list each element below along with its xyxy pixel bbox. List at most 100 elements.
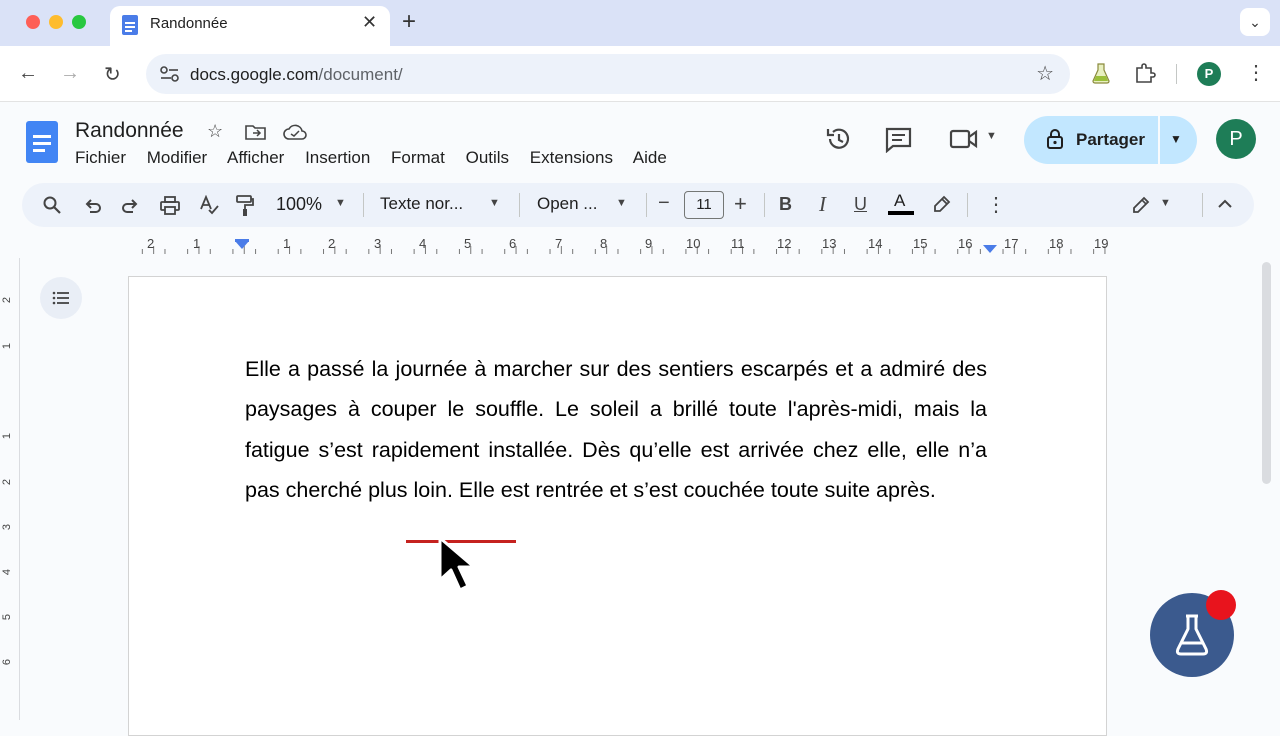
toolbar-separator	[519, 193, 520, 217]
ruler-label: 11	[731, 236, 745, 251]
ruler-label: 7	[555, 236, 563, 251]
style-caret-icon[interactable]: ▼	[489, 197, 500, 209]
text-color-icon: A	[894, 191, 906, 210]
back-arrow-icon[interactable]: ←	[18, 62, 38, 85]
menu-insertion[interactable]: Insertion	[305, 148, 370, 167]
vertical-ruler-label: 1	[1, 432, 14, 440]
more-icon[interactable]: ⋮	[986, 192, 1006, 217]
formatting-toolbar: 100% ▼ Texte nor... ▼ Open ... ▼ − 11 + …	[22, 183, 1254, 227]
vertical-ruler-label: 3	[1, 523, 14, 531]
labs-flask-icon[interactable]	[1092, 62, 1110, 84]
bookmark-star-icon[interactable]: ☆	[1036, 61, 1054, 86]
right-indent-marker[interactable]	[983, 245, 997, 253]
cloud-icon[interactable]	[283, 124, 307, 140]
print-icon[interactable]	[160, 196, 180, 215]
ruler-label: 18	[1049, 236, 1064, 251]
editing-mode-caret-icon[interactable]: ▼	[1160, 197, 1171, 209]
ruler-label: 5	[464, 236, 472, 251]
share-button[interactable]: Partager	[1024, 116, 1158, 164]
menu-extensions[interactable]: Extensions	[530, 148, 613, 167]
address-bar[interactable]: docs.google.com/document/ ☆	[146, 54, 1070, 94]
url-text: docs.google.com/document/	[190, 65, 403, 85]
paint-format-icon[interactable]	[236, 195, 254, 217]
forward-arrow-icon[interactable]: →	[60, 62, 80, 85]
toolbar-separator	[363, 193, 364, 217]
zoom-caret-icon[interactable]: ▼	[335, 197, 346, 209]
search-icon[interactable]	[43, 196, 61, 214]
document-title[interactable]: Randonnée	[75, 119, 184, 143]
underline-button[interactable]: U	[854, 194, 867, 215]
italic-button[interactable]: I	[819, 192, 826, 217]
flagged-phrase[interactable]: toute suite	[771, 478, 870, 502]
share-button-group: Partager ▼	[1024, 116, 1197, 164]
paragraph-style-select[interactable]: Texte nor...	[380, 194, 463, 214]
ruler-label: 9	[645, 236, 653, 251]
maximize-window-button[interactable]	[72, 15, 86, 29]
first-line-indent-marker[interactable]	[235, 239, 249, 242]
document-page[interactable]: Elle a passé la journée à marcher sur de…	[128, 276, 1107, 736]
left-indent-marker[interactable]	[235, 241, 249, 249]
font-caret-icon[interactable]: ▼	[616, 197, 627, 209]
horizontal-ruler[interactable]: 2 1 1 2 3 4 5 6 7 8 9 10 11 12 13 14 15 …	[128, 233, 1108, 255]
move-folder-icon[interactable]	[245, 123, 267, 141]
video-caret-icon[interactable]: ▼	[986, 130, 997, 142]
ruler-label: 3	[374, 236, 382, 251]
comment-icon[interactable]	[885, 127, 913, 153]
text-color-button[interactable]: A	[888, 191, 914, 217]
ruler-label: 1	[283, 236, 291, 251]
document-outline-button[interactable]	[40, 277, 82, 319]
lock-icon	[1047, 129, 1063, 149]
video-icon[interactable]	[949, 128, 979, 150]
share-dropdown-icon[interactable]: ▼	[1170, 132, 1182, 146]
outline-icon	[52, 291, 69, 305]
menu-bar: Fichier Modifier Afficher Insertion Form…	[75, 148, 683, 168]
site-settings-icon[interactable]	[160, 65, 180, 83]
minimize-window-button[interactable]	[49, 15, 63, 29]
star-icon[interactable]: ☆	[207, 121, 223, 142]
ruler-label: 1	[193, 236, 201, 251]
increase-font-size-button[interactable]: +	[734, 191, 747, 217]
ruler-label: 2	[328, 236, 336, 251]
zoom-select[interactable]: 100%	[276, 194, 322, 215]
spellcheck-icon[interactable]	[199, 195, 219, 215]
tab-close-icon[interactable]: ✕	[362, 12, 377, 33]
bold-button[interactable]: B	[779, 194, 792, 215]
history-icon[interactable]	[825, 125, 853, 153]
notification-badge	[1206, 590, 1236, 620]
share-divider	[1158, 116, 1160, 164]
menu-afficher[interactable]: Afficher	[227, 148, 284, 167]
ruler-label: 16	[958, 236, 973, 251]
menu-fichier[interactable]: Fichier	[75, 148, 126, 167]
paragraph-text-end: après.	[870, 478, 936, 503]
menu-outils[interactable]: Outils	[466, 148, 509, 167]
docs-logo-icon[interactable]	[26, 121, 58, 163]
highlighter-icon[interactable]	[933, 195, 951, 213]
chevron-up-icon[interactable]	[1218, 199, 1232, 209]
pencil-icon[interactable]	[1131, 195, 1151, 215]
vertical-scrollbar[interactable]	[1262, 262, 1271, 484]
browser-menu-icon[interactable]: ⋮	[1246, 60, 1266, 85]
menu-aide[interactable]: Aide	[633, 148, 667, 167]
docs-profile-avatar[interactable]: P	[1216, 119, 1256, 159]
undo-icon[interactable]	[84, 198, 102, 214]
close-window-button[interactable]	[26, 15, 40, 29]
font-family-select[interactable]: Open ...	[537, 194, 597, 214]
font-size-input[interactable]: 11	[684, 191, 724, 219]
new-tab-icon[interactable]: +	[402, 8, 416, 36]
menu-modifier[interactable]: Modifier	[147, 148, 207, 167]
ruler-label: 19	[1094, 236, 1109, 251]
redo-icon[interactable]	[121, 198, 139, 214]
vertical-ruler-label: 2	[1, 296, 14, 304]
vertical-ruler-label: 5	[1, 613, 14, 621]
decrease-font-size-button[interactable]: −	[658, 192, 670, 215]
mouse-cursor-icon	[438, 536, 476, 592]
tab-search-chevron-icon[interactable]: ⌄	[1240, 8, 1270, 36]
document-paragraph[interactable]: Elle a passé la journée à marcher sur de…	[245, 349, 987, 511]
extensions-puzzle-icon[interactable]	[1134, 62, 1156, 84]
browser-tab[interactable]: Randonnée ✕	[110, 6, 390, 46]
reload-icon[interactable]: ↻	[104, 62, 121, 87]
browser-profile-avatar[interactable]: P	[1197, 62, 1221, 86]
vertical-ruler[interactable]: 2 1 1 2 3 4 5 6	[0, 258, 20, 720]
vertical-ruler-label: 6	[1, 658, 14, 666]
menu-format[interactable]: Format	[391, 148, 445, 167]
